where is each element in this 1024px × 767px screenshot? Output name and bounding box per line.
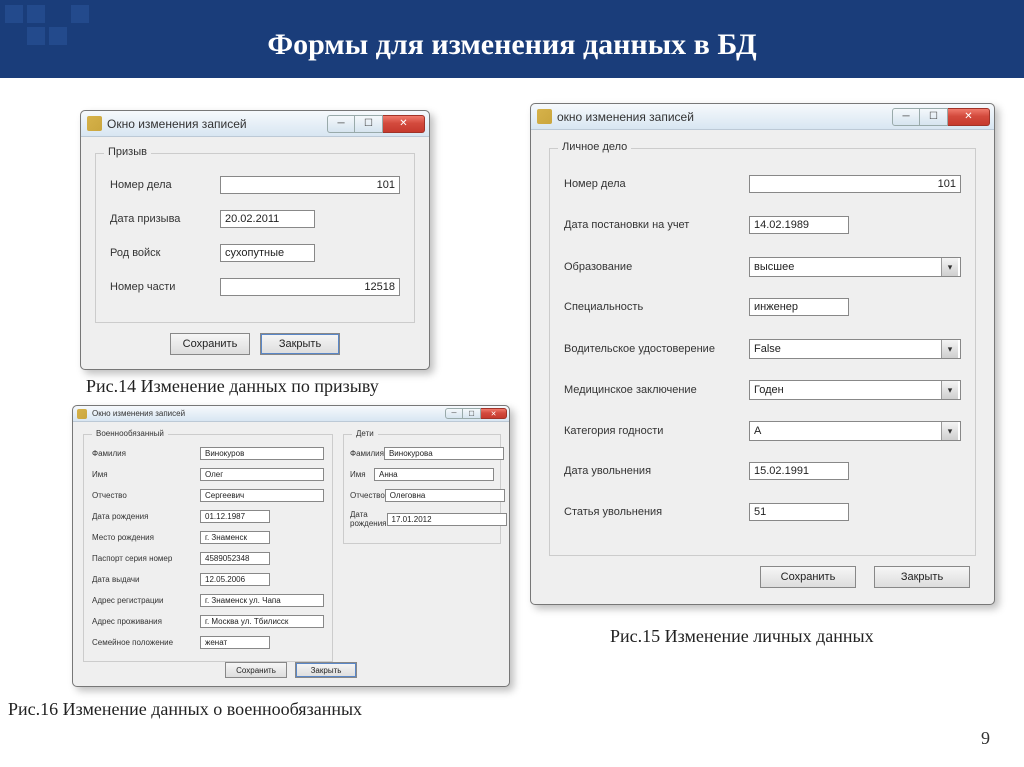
passport-input[interactable] [200, 552, 270, 565]
cat-label: Категория годности [564, 425, 749, 437]
issue-label: Дата выдачи [92, 575, 200, 584]
spec-input[interactable] [749, 298, 849, 316]
dob-input[interactable] [200, 510, 270, 523]
case-no-input[interactable] [749, 175, 961, 193]
reg-addr-input[interactable] [200, 594, 324, 607]
close-button[interactable]: ✕ [481, 408, 507, 419]
window-draft: Окно изменения записей ─ ☐ ✕ Призыв Номе… [80, 110, 430, 370]
dob-label: Дата рождения [92, 512, 200, 521]
live-addr-label: Адрес проживания [92, 617, 200, 626]
case-no-input[interactable] [220, 176, 400, 194]
dismiss-art-input[interactable] [749, 503, 849, 521]
maximize-button[interactable]: ☐ [355, 115, 383, 133]
edu-label: Образование [564, 261, 749, 273]
minimize-button[interactable]: ─ [327, 115, 355, 133]
maximize-button[interactable]: ☐ [463, 408, 481, 419]
group-legend-left: Военнообязанный [92, 429, 168, 438]
page-number: 9 [981, 728, 990, 749]
dismiss-art-label: Статья увольнения [564, 506, 749, 518]
fig14-caption: Рис.14 Изменение данных по призыву [86, 376, 379, 397]
family-input[interactable] [200, 636, 270, 649]
dismiss-date-input[interactable] [749, 462, 849, 480]
child-dob-input[interactable] [387, 513, 507, 526]
group-legend: Личное дело [558, 141, 631, 153]
issue-input[interactable] [200, 573, 270, 586]
name-input[interactable] [200, 468, 324, 481]
child-patr-label: Отчество [350, 491, 385, 500]
unit-input[interactable] [220, 278, 400, 296]
fig15-caption: Рис.15 Изменение личных данных [610, 626, 874, 647]
case-no-label: Номер дела [564, 178, 749, 190]
pob-input[interactable] [200, 531, 270, 544]
window-soldier: Окно изменения записей ─ ☐ ✕ Военнообяза… [72, 405, 510, 687]
group-legend-right: Дети [352, 429, 378, 438]
child-patr-input[interactable] [385, 489, 505, 502]
fig16-caption: Рис.16 Изменение данных о военнообязанны… [8, 699, 362, 720]
minimize-button[interactable]: ─ [892, 108, 920, 126]
titlebar[interactable]: Окно изменения записей ─ ☐ ✕ [73, 406, 509, 422]
close-form-button[interactable]: Закрыть [295, 662, 357, 678]
maximize-button[interactable]: ☐ [920, 108, 948, 126]
reg-addr-label: Адрес регистрации [92, 596, 200, 605]
passport-label: Паспорт серия номер [92, 554, 200, 563]
med-select[interactable]: Годен [749, 380, 961, 400]
patr-label: Отчество [92, 491, 200, 500]
med-label: Медицинское заключение [564, 384, 749, 396]
close-button[interactable]: ✕ [948, 108, 990, 126]
reg-date-input[interactable] [749, 216, 849, 234]
close-button[interactable]: ✕ [383, 115, 425, 133]
child-surname-label: Фамилия [350, 449, 384, 458]
window-title: Окно изменения записей [92, 409, 440, 418]
branch-input[interactable] [220, 244, 315, 262]
family-label: Семейное положение [92, 638, 200, 647]
titlebar[interactable]: Окно изменения записей ─ ☐ ✕ [81, 111, 429, 137]
child-dob-label: Дата рождения [350, 510, 387, 528]
save-button[interactable]: Сохранить [760, 566, 856, 588]
save-button[interactable]: Сохранить [225, 662, 287, 678]
draft-date-label: Дата призыва [110, 213, 220, 225]
delphi-icon [537, 109, 552, 124]
group-legend: Призыв [104, 146, 151, 158]
child-surname-input[interactable] [384, 447, 504, 460]
name-label: Имя [92, 470, 200, 479]
window-title: Окно изменения записей [107, 117, 322, 131]
dismiss-date-label: Дата увольнения [564, 465, 749, 477]
slide-title: Формы для изменения данных в БД [0, 28, 1024, 62]
driver-select[interactable]: False [749, 339, 961, 359]
branch-label: Род войск [110, 247, 220, 259]
close-form-button[interactable]: Закрыть [260, 333, 340, 355]
case-no-label: Номер дела [110, 179, 220, 191]
titlebar[interactable]: окно изменения записей ─ ☐ ✕ [531, 104, 994, 130]
unit-label: Номер части [110, 281, 220, 293]
live-addr-input[interactable] [200, 615, 324, 628]
edu-select[interactable]: высшее [749, 257, 961, 277]
pob-label: Место рождения [92, 533, 200, 542]
delphi-icon [87, 116, 102, 131]
window-title: окно изменения записей [557, 110, 887, 124]
close-form-button[interactable]: Закрыть [874, 566, 970, 588]
delphi-icon [77, 409, 87, 419]
save-button[interactable]: Сохранить [170, 333, 250, 355]
surname-label: Фамилия [92, 449, 200, 458]
window-personal: окно изменения записей ─ ☐ ✕ Личное дело… [530, 103, 995, 605]
child-name-input[interactable] [374, 468, 494, 481]
draft-date-input[interactable] [220, 210, 315, 228]
minimize-button[interactable]: ─ [445, 408, 463, 419]
driver-label: Водительское удостоверение [564, 343, 749, 355]
cat-select[interactable]: А [749, 421, 961, 441]
surname-input[interactable] [200, 447, 324, 460]
reg-date-label: Дата постановки на учет [564, 219, 749, 231]
spec-label: Специальность [564, 301, 749, 313]
patr-input[interactable] [200, 489, 324, 502]
child-name-label: Имя [350, 470, 374, 479]
